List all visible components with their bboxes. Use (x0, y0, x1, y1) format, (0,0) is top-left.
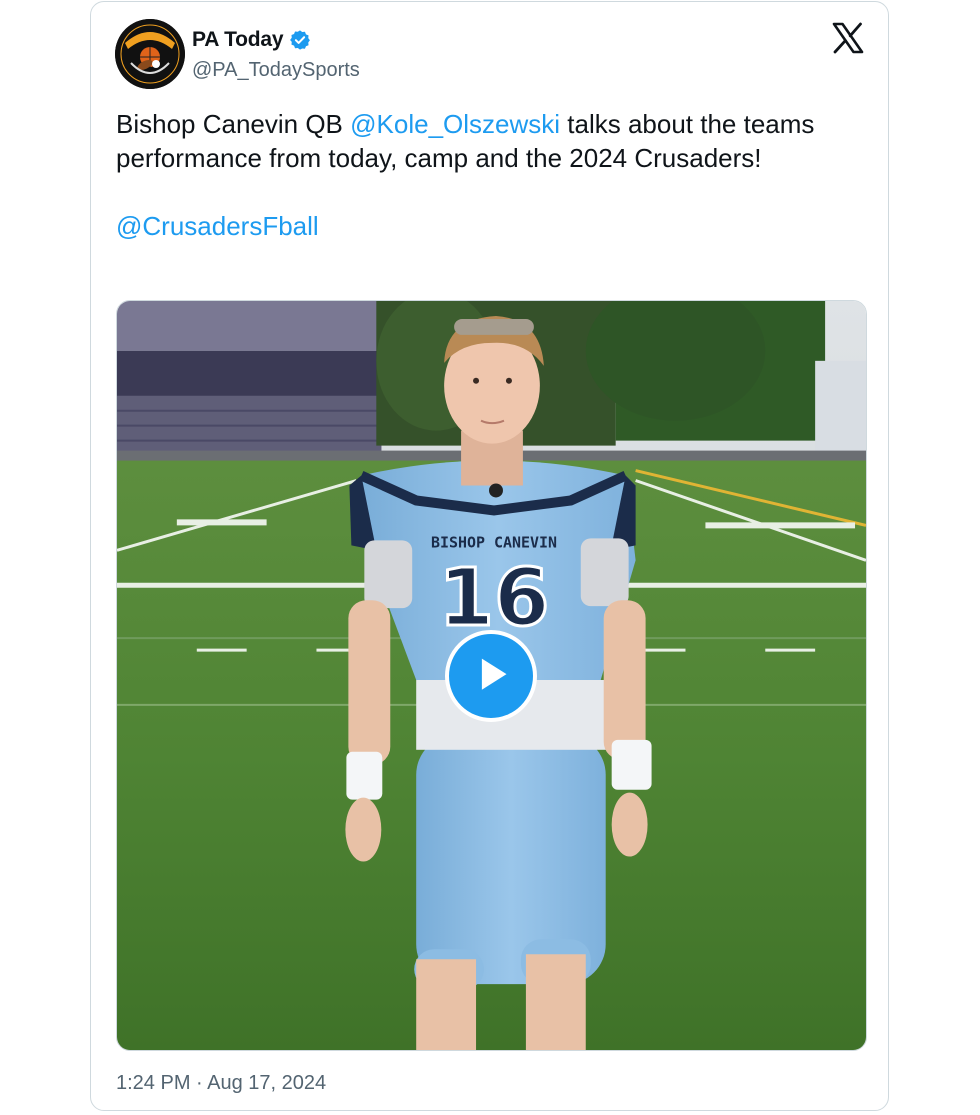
verified-badge-icon (289, 29, 311, 51)
jersey-text: BISHOP CANEVIN (431, 533, 557, 551)
x-logo-icon[interactable] (832, 22, 864, 54)
play-button[interactable] (445, 630, 537, 722)
author-name-row: PA Today (192, 26, 311, 54)
tweet-text-segment: Bishop Canevin QB (116, 109, 351, 139)
video-media[interactable]: BISHOP CANEVIN 16 (116, 300, 867, 1051)
mention-link[interactable]: @CrusadersFball (116, 211, 319, 241)
mention-link[interactable]: @Kole_Olszewski (350, 109, 560, 139)
author-display-name[interactable]: PA Today (192, 28, 284, 52)
author-avatar[interactable] (115, 19, 185, 89)
tweet-timestamp[interactable]: 1:24 PM · Aug 17, 2024 (116, 1072, 326, 1095)
tweet-body: Bishop Canevin QB @Kole_Olszewski talks … (116, 107, 816, 243)
tweet-paragraph: Bishop Canevin QB @Kole_Olszewski talks … (116, 107, 816, 175)
play-icon (481, 658, 507, 690)
tweet-paragraph: @CrusadersFball (116, 209, 816, 243)
author-handle[interactable]: @PA_TodaySports (192, 59, 360, 82)
pa-today-logo-icon (115, 19, 185, 89)
tweet-card: PA Today @PA_TodaySports Bishop Canevin … (90, 1, 889, 1111)
